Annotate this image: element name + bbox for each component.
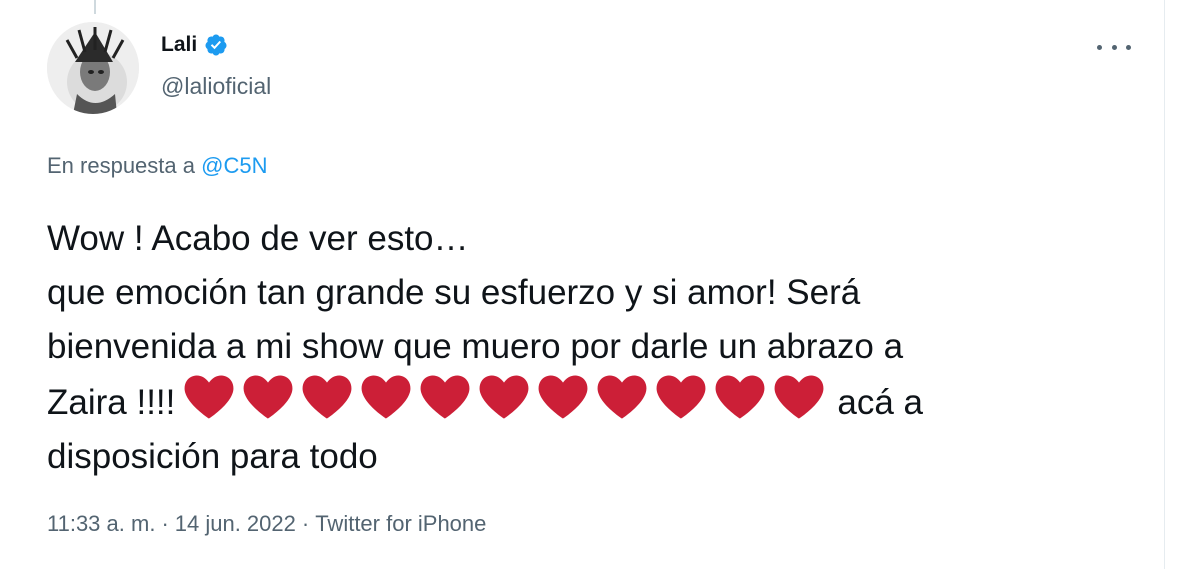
tweet-line-3: bienvenida a mi show que muero por darle… <box>47 327 904 366</box>
red-heart-icon <box>361 375 411 419</box>
tweet-text: Wow ! Acabo de ver esto… que emoción tan… <box>47 212 1137 484</box>
red-heart-icon <box>184 375 234 419</box>
meta-separator: · <box>301 511 310 536</box>
portrait-avatar-icon <box>47 22 139 114</box>
more-options-icon[interactable] <box>1097 37 1131 57</box>
thread-connector-line <box>94 0 96 14</box>
tweet-line-4-prefix: Zaira !!!! <box>47 383 176 422</box>
red-heart-icon <box>302 375 352 419</box>
red-heart-icon <box>420 375 470 419</box>
red-heart-icon <box>243 375 293 419</box>
tweet-line-4-suffix: acá a <box>837 383 923 422</box>
tweet-time[interactable]: 11:33 a. m. <box>47 511 155 537</box>
tweet-line-4: Zaira !!!! acá a <box>47 374 1137 430</box>
author-name[interactable]: Lali <box>161 33 197 57</box>
tweet-metadata: 11:33 a. m. · 14 jun. 2022 · Twitter for… <box>47 511 486 537</box>
author-name-row[interactable]: Lali <box>161 33 228 57</box>
red-heart-icon <box>597 375 647 419</box>
red-heart-icon <box>715 375 765 419</box>
tweet-line-1: Wow ! Acabo de ver esto… <box>47 219 469 258</box>
verified-badge-icon <box>205 34 227 56</box>
avatar[interactable] <box>47 22 139 114</box>
hearts-emoji-row <box>183 374 825 420</box>
reply-mention-link[interactable]: @C5N <box>201 153 267 178</box>
meta-separator: · <box>161 511 169 536</box>
tweet-line-2: que emoción tan grande su esfuerzo y si … <box>47 273 861 312</box>
tweet-card: Lali @lalioficial En respuesta a @C5N Wo… <box>0 0 1165 569</box>
red-heart-icon <box>656 375 706 419</box>
red-heart-icon <box>479 375 529 419</box>
tweet-date[interactable]: 14 jun. 2022 <box>175 511 296 537</box>
red-heart-icon <box>538 375 588 419</box>
tweet-line-5: disposición para todo <box>47 437 378 476</box>
reply-prefix: En respuesta a <box>47 153 202 178</box>
tweet-source[interactable]: Twitter for iPhone <box>315 511 486 537</box>
reply-context: En respuesta a @C5N <box>47 153 267 179</box>
author-handle[interactable]: @lalioficial <box>161 73 271 100</box>
red-heart-icon <box>774 375 824 419</box>
